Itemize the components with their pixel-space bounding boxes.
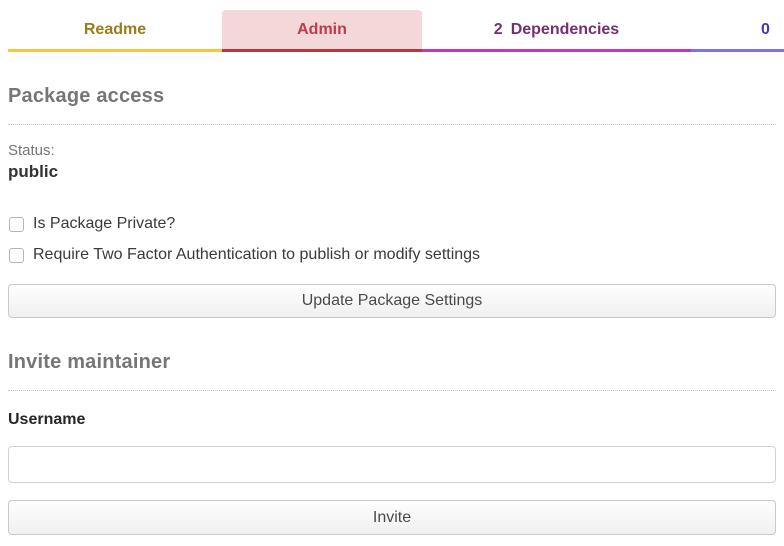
status-value: public <box>8 162 776 182</box>
tab-dependencies-label: Dependencies <box>511 21 619 39</box>
package-access-title: Package access <box>8 85 776 108</box>
tab-dependencies-count: 2 <box>494 21 503 39</box>
tab-dependents[interactable]: 0 <box>691 10 784 52</box>
tab-admin[interactable]: Admin <box>222 10 422 52</box>
require-2fa-checkbox[interactable] <box>9 248 24 263</box>
private-checkbox-row: Is Package Private? <box>8 215 776 233</box>
tab-readme[interactable]: Readme <box>8 10 222 52</box>
invite-button[interactable]: Invite <box>8 500 776 535</box>
username-input[interactable] <box>8 446 776 483</box>
admin-panel: Package access Status: public Is Package… <box>0 85 784 535</box>
require-2fa-label: Require Two Factor Authentication to pub… <box>33 246 480 264</box>
is-package-private-checkbox[interactable] <box>9 217 24 232</box>
package-tabbar: Readme Admin 2 Dependencies 0 <box>0 10 784 52</box>
section-divider <box>8 124 776 125</box>
tab-readme-label: Readme <box>84 21 146 39</box>
is-package-private-label: Is Package Private? <box>33 215 175 233</box>
tab-admin-label: Admin <box>297 21 347 39</box>
twofactor-checkbox-row: Require Two Factor Authentication to pub… <box>8 246 776 264</box>
invite-maintainer-title: Invite maintainer <box>8 351 776 374</box>
username-label: Username <box>8 411 776 429</box>
tab-dependencies[interactable]: 2 Dependencies <box>422 10 691 52</box>
update-package-settings-button[interactable]: Update Package Settings <box>8 284 776 318</box>
section-divider <box>8 390 776 391</box>
tab-dependents-count: 0 <box>761 21 770 39</box>
status-label: Status: <box>8 142 776 159</box>
